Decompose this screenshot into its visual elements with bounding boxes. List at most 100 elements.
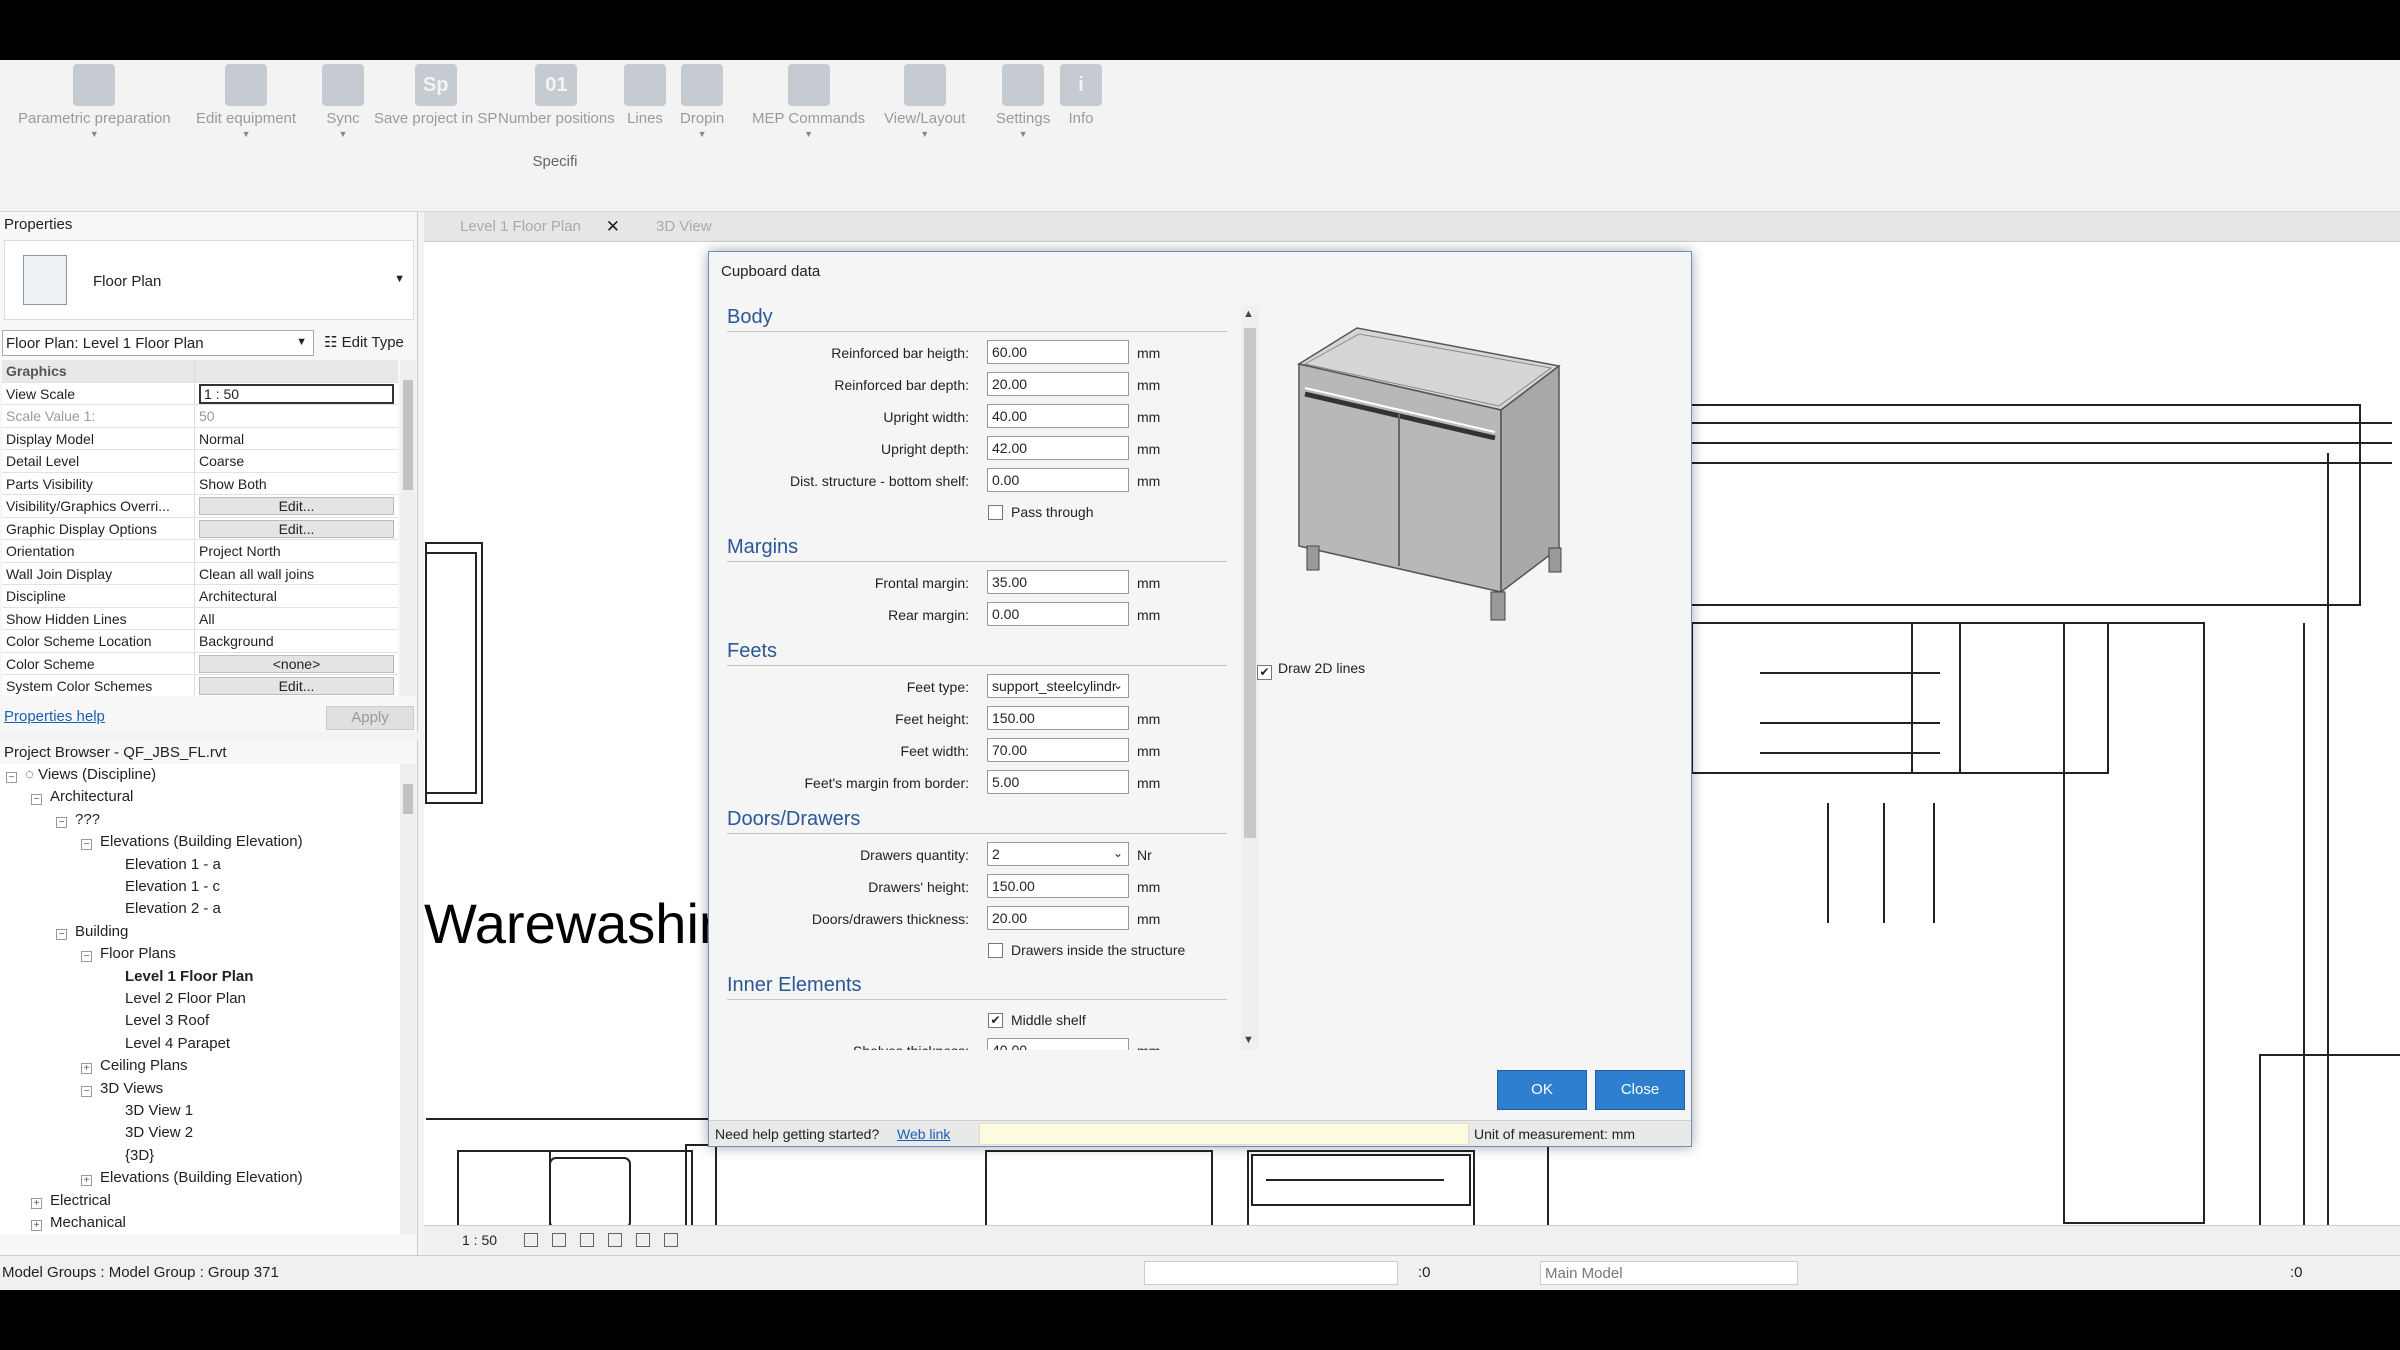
checkbox[interactable]: [988, 943, 1003, 958]
property-value[interactable]: Background: [195, 630, 398, 652]
chevron-down-icon[interactable]: ▼: [196, 129, 296, 139]
tree-node[interactable]: − Floor Plans: [81, 943, 176, 965]
property-value[interactable]: Edit...: [195, 518, 398, 540]
ribbon-button[interactable]: Sync ▼: [322, 64, 364, 139]
chevron-down-icon[interactable]: ▼: [18, 129, 171, 139]
tree-node[interactable]: + Mechanical: [31, 1212, 126, 1234]
apply-button[interactable]: Apply: [326, 706, 414, 730]
sun-path-icon[interactable]: [580, 1233, 594, 1247]
number-input[interactable]: 35.00: [987, 570, 1129, 594]
properties-help-link[interactable]: Properties help: [4, 708, 105, 725]
web-link[interactable]: Web link: [897, 1126, 950, 1142]
tree-node[interactable]: {3D}: [125, 1145, 154, 1167]
visual-style-icon[interactable]: [552, 1233, 566, 1247]
property-value[interactable]: Show Both: [195, 473, 398, 495]
collapse-icon[interactable]: −: [6, 772, 17, 783]
instance-selector[interactable]: Floor Plan: Level 1 Floor Plan ▼: [2, 330, 314, 356]
tree-node[interactable]: Elevation 2 - a: [125, 898, 221, 920]
tree-node[interactable]: + Ceiling Plans: [81, 1055, 188, 1077]
tree-node[interactable]: − Architectural: [31, 786, 133, 808]
number-input[interactable]: 150.00: [987, 706, 1129, 730]
close-button[interactable]: Close: [1595, 1070, 1685, 1110]
number-input[interactable]: 40.00: [987, 404, 1129, 428]
scroll-up-icon[interactable]: ▲: [1243, 308, 1254, 320]
property-edit-button[interactable]: Edit...: [199, 497, 394, 515]
tree-node[interactable]: + Electrical: [31, 1190, 111, 1212]
checkbox-box[interactable]: ✔: [1257, 665, 1272, 680]
expand-icon[interactable]: +: [31, 1220, 42, 1231]
number-input[interactable]: 70.00: [987, 738, 1129, 762]
design-option-selector[interactable]: Main Model: [1540, 1261, 1798, 1285]
collapse-icon[interactable]: −: [81, 839, 92, 851]
property-value[interactable]: Edit...: [195, 495, 398, 517]
ribbon-button[interactable]: Edit equipment ▼: [196, 64, 296, 139]
tree-node[interactable]: − Elevations (Building Elevation): [81, 831, 303, 853]
chevron-down-icon[interactable]: ▼: [680, 129, 724, 139]
close-icon[interactable]: ✕: [606, 212, 620, 242]
number-input[interactable]: 0.00: [987, 468, 1129, 492]
ribbon-button[interactable]: Settings ▼: [996, 64, 1050, 139]
tree-node[interactable]: − ◌ Views (Discipline): [6, 764, 156, 786]
tree-node[interactable]: −???: [56, 809, 100, 831]
number-input[interactable]: 42.00: [987, 436, 1129, 460]
workset-selector[interactable]: [1144, 1261, 1398, 1285]
property-edit-button[interactable]: <none>: [199, 654, 394, 673]
property-value[interactable]: All: [195, 608, 398, 630]
expand-icon[interactable]: +: [81, 1063, 92, 1075]
dropdown-field[interactable]: support_steelcylindr ⌄: [987, 674, 1129, 698]
dropdown-field[interactable]: 2 ⌄: [987, 842, 1129, 866]
number-input[interactable]: 0.00: [987, 602, 1129, 626]
chevron-down-icon[interactable]: ▼: [752, 129, 865, 139]
collapse-icon[interactable]: −: [56, 816, 67, 828]
edit-type-button[interactable]: ☷ Edit Type: [324, 333, 404, 351]
property-value-field[interactable]: 1 : 50: [199, 383, 394, 404]
collapse-icon[interactable]: −: [81, 1085, 92, 1097]
chevron-down-icon[interactable]: ▼: [394, 273, 405, 285]
tree-node[interactable]: Elevation 1 - a: [125, 854, 221, 876]
ribbon-button[interactable]: Parametric preparation ▼: [18, 64, 171, 139]
property-value[interactable]: 1 : 50: [195, 383, 398, 405]
crop-view-icon[interactable]: [636, 1233, 650, 1247]
property-value[interactable]: Clean all wall joins: [195, 563, 398, 585]
checkbox[interactable]: ✔: [988, 1013, 1003, 1028]
tree-node[interactable]: + Elevations (Building Elevation): [81, 1167, 303, 1189]
property-edit-button[interactable]: Edit...: [199, 677, 394, 695]
tree-node[interactable]: Elevation 1 - c: [125, 876, 220, 898]
tree-node[interactable]: 3D View 2: [125, 1122, 193, 1144]
tree-node[interactable]: −3D Views: [81, 1078, 163, 1100]
tree-node[interactable]: Level 4 Parapet: [125, 1033, 230, 1055]
number-input[interactable]: 20.00: [987, 906, 1129, 930]
property-value[interactable]: Architectural: [195, 585, 398, 607]
tree-node[interactable]: 3D View 1: [125, 1100, 193, 1122]
ribbon-button[interactable]: Lines: [624, 64, 666, 139]
properties-scrollbar[interactable]: [400, 360, 416, 696]
ok-button[interactable]: OK: [1497, 1070, 1587, 1110]
scroll-down-icon[interactable]: ▼: [1243, 1034, 1254, 1046]
chevron-down-icon[interactable]: ⌄: [1113, 678, 1123, 692]
expand-icon[interactable]: +: [81, 1175, 92, 1187]
scrollbar-thumb[interactable]: [403, 380, 413, 490]
tree-node[interactable]: Level 3 Roof: [125, 1010, 209, 1032]
scrollbar-thumb[interactable]: [1244, 328, 1256, 838]
property-group[interactable]: Graphics: [2, 360, 398, 383]
type-selector[interactable]: Floor Plan ▼: [4, 240, 414, 320]
property-edit-button[interactable]: Edit...: [199, 519, 394, 538]
expand-icon[interactable]: +: [31, 1197, 42, 1209]
number-input[interactable]: 20.00: [987, 372, 1129, 396]
ribbon-button[interactable]: MEP Commands ▼: [752, 64, 865, 139]
property-value[interactable]: Project North: [195, 540, 398, 562]
tree-node[interactable]: Level 1 Floor Plan: [125, 966, 253, 988]
chevron-down-icon[interactable]: ▼: [884, 129, 965, 139]
property-value[interactable]: <none>: [195, 653, 398, 675]
ribbon-button[interactable]: Dropin ▼: [680, 64, 724, 139]
hide-isolate-icon[interactable]: [664, 1233, 678, 1247]
tree-node[interactable]: − Building: [56, 921, 128, 943]
chevron-down-icon[interactable]: ▼: [322, 129, 364, 139]
browser-scrollbar[interactable]: [400, 764, 416, 1234]
detail-level-icon[interactable]: [524, 1233, 538, 1247]
ribbon-button[interactable]: Sp Save project in SP: [374, 64, 497, 139]
tab-level-1-floor-plan[interactable]: Level 1 Floor Plan ✕: [428, 212, 620, 242]
collapse-icon[interactable]: −: [31, 794, 42, 806]
view-scale[interactable]: 1 : 50: [462, 1232, 497, 1248]
ribbon-button[interactable]: i Info: [1060, 64, 1102, 139]
